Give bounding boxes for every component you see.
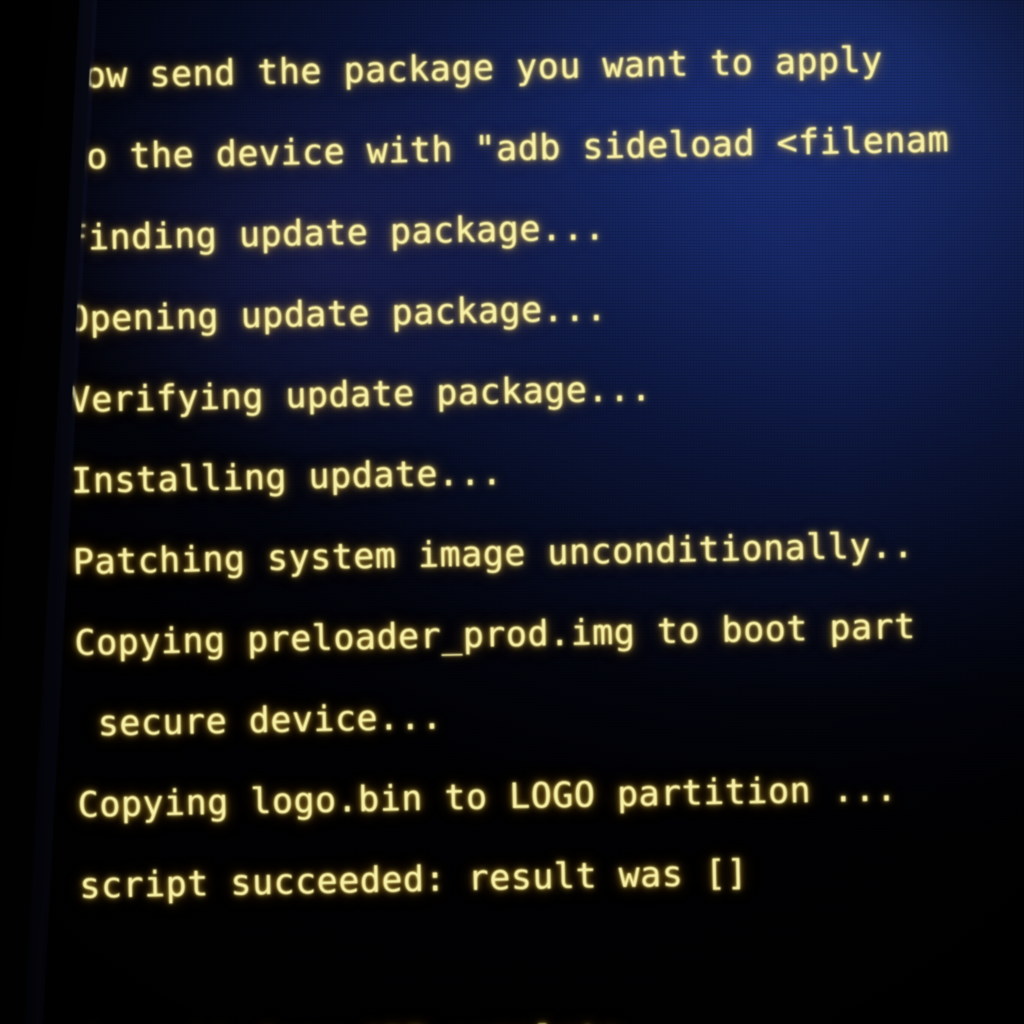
console-line: Install from ADB complete. [82, 1005, 1024, 1024]
console-line: script succeeded: result was [] [79, 853, 749, 907]
console-line: Patching system image unconditionally.. [72, 526, 915, 583]
console-line: Opening update package... [67, 289, 608, 340]
console-line: Copying preloader_prod.img to boot part [74, 606, 917, 664]
console-line: Finding update package... [66, 208, 607, 259]
console-line: Verifying update package... [69, 369, 653, 421]
device-photo: Now send the package you want to apply t… [0, 0, 1024, 1024]
recovery-console-log: Now send the package you want to apply t… [62, 0, 1024, 1024]
console-line: Installing update... [70, 453, 504, 502]
console-line: Now send the package you want to apply [62, 40, 884, 97]
console-line: to the device with "adb sideload <filena… [64, 120, 950, 178]
console-line: secure device... [75, 697, 444, 745]
console-line: Copying logo.bin to LOGO partition ... [77, 769, 898, 826]
